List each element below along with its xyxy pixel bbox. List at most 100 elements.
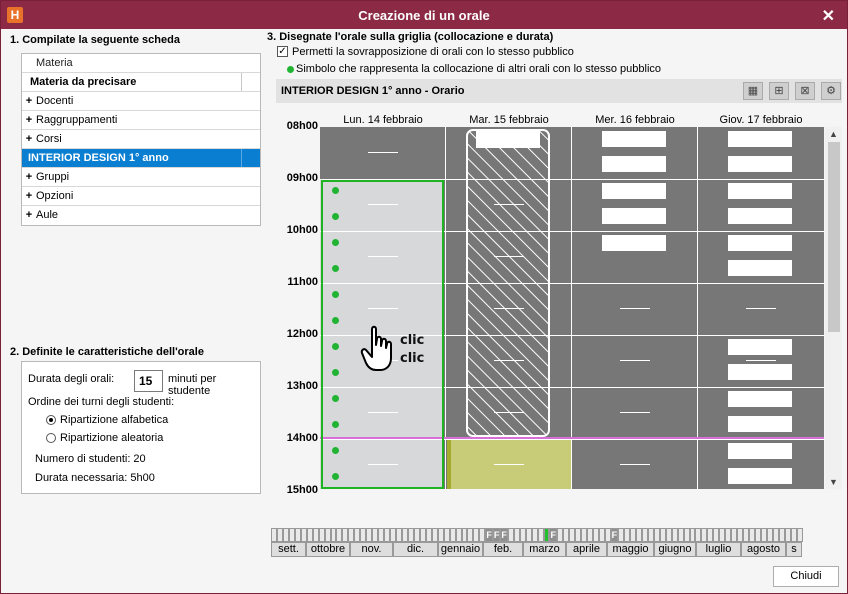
holiday-week[interactable]: F	[500, 528, 508, 542]
placement-dot	[332, 291, 339, 298]
month-label[interactable]: nov.	[350, 542, 393, 557]
busy-slot-marker	[447, 439, 451, 489]
chevron-up-icon[interactable]: ▲	[825, 129, 842, 139]
placement-dot	[332, 265, 339, 272]
half-hour-dash	[620, 360, 650, 361]
month-label[interactable]: agosto	[741, 542, 786, 557]
week-cells[interactable]: FFF F F	[271, 528, 803, 542]
remove-slot-icon[interactable]: ⊠	[795, 82, 815, 100]
oral-properties-panel: Durata degli orali: 15 minuti per studen…	[21, 361, 261, 494]
hour-label: 10h00	[286, 224, 318, 236]
list-item-aule[interactable]: + Aule	[22, 206, 260, 225]
close-button[interactable]: Chiudi	[773, 566, 839, 587]
list-item-opzioni[interactable]: + Opzioni	[22, 187, 260, 206]
subject-field[interactable]: Materia da precisare	[22, 73, 260, 92]
year-timeline[interactable]: FFF F F sett. ottobre nov. dic. gennaio …	[271, 528, 803, 557]
scrollbar-thumb[interactable]	[828, 142, 840, 332]
hatched-unavailable-block	[466, 129, 550, 437]
occupied-slot	[728, 364, 792, 380]
half-hour-dash	[746, 360, 776, 361]
placement-dot	[332, 473, 339, 480]
occupied-slot	[728, 131, 792, 147]
duration-label: Durata degli orali:	[28, 373, 115, 385]
list-item-corsi[interactable]: + Corsi	[22, 130, 260, 149]
close-icon[interactable]: ✕	[822, 6, 835, 26]
placement-dot	[332, 239, 339, 246]
click-hint: clic	[400, 351, 425, 366]
hand-cursor-icon	[360, 325, 392, 371]
list-item-raggruppamenti[interactable]: + Raggruppamenti	[22, 111, 260, 130]
month-label[interactable]: aprile	[566, 542, 607, 557]
list-item-label: Gruppi	[36, 171, 70, 183]
plus-icon[interactable]: +	[24, 130, 34, 148]
add-slot-icon[interactable]: ⊞	[769, 82, 789, 100]
overlap-label[interactable]: Permetti la sovrapposizione di orali con…	[292, 46, 574, 58]
day-header-thursday: Giov. 17 febbraio	[719, 114, 803, 126]
schedule-grid[interactable]: clic clic	[320, 127, 824, 489]
section1-title: 1. Compilate la seguente scheda	[10, 34, 180, 46]
hour-label: 09h00	[286, 172, 318, 184]
occupied-slot	[728, 468, 792, 484]
month-label[interactable]: dic.	[393, 542, 438, 557]
hour-label: 08h00	[286, 120, 318, 132]
week-cell[interactable]	[796, 528, 803, 542]
day-separator	[571, 127, 572, 489]
calendar-filter-icon[interactable]: ▦	[743, 82, 763, 100]
plus-icon[interactable]: +	[24, 187, 34, 205]
option-random-label[interactable]: Ripartizione aleatoria	[60, 432, 163, 444]
occupied-slot	[728, 208, 792, 224]
day-header-monday: Lun. 14 febbraio	[343, 114, 423, 126]
hour-label: 15h00	[286, 484, 318, 496]
holiday-week[interactable]: F	[610, 528, 619, 542]
month-label[interactable]: maggio	[607, 542, 654, 557]
duration-input[interactable]: 15	[134, 370, 163, 392]
gear-icon[interactable]: ⚙	[821, 82, 841, 100]
student-count: Numero di studenti: 20	[35, 453, 146, 465]
overlap-checkbox[interactable]: ✓	[277, 46, 288, 57]
list-header-materia: Materia	[22, 54, 260, 73]
month-label[interactable]: sett.	[271, 542, 306, 557]
holiday-week[interactable]: F	[549, 528, 557, 542]
holiday-week[interactable]: F	[485, 528, 493, 542]
radio-alphabetic[interactable]	[46, 415, 56, 425]
month-label[interactable]: s	[786, 542, 802, 557]
grid-scrollbar[interactable]: ▲ ▼	[825, 127, 842, 489]
occupied-slot	[728, 183, 792, 199]
plus-icon[interactable]: +	[24, 168, 34, 186]
duration-unit: minuti per studente	[168, 373, 217, 397]
placement-dot	[332, 369, 339, 376]
plus-icon[interactable]: +	[24, 92, 34, 110]
month-label[interactable]: feb.	[483, 542, 523, 557]
month-label[interactable]: luglio	[696, 542, 741, 557]
order-label: Ordine dei turni degli studenti:	[28, 396, 175, 408]
chevron-down-icon[interactable]: ▼	[825, 477, 842, 487]
placement-dot	[332, 187, 339, 194]
list-item-docenti[interactable]: + Docenti	[22, 92, 260, 111]
radio-random[interactable]	[46, 433, 56, 443]
placement-dot	[332, 421, 339, 428]
month-label[interactable]: giugno	[654, 542, 696, 557]
list-item-class-selected[interactable]: INTERIOR DESIGN 1° anno	[22, 149, 260, 168]
symbol-legend: Simbolo che rappresenta la collocazione …	[296, 63, 662, 75]
half-hour-dash	[494, 464, 524, 465]
occupied-slot	[602, 156, 666, 172]
entity-list: Materia Materia da precisare + Docenti + R…	[21, 53, 261, 226]
option-alphabetic-label[interactable]: Ripartizione alfabetica	[60, 414, 168, 426]
hour-label: 14h00	[286, 432, 318, 444]
section3-title: 3. Disegnate l'orale sulla griglia (coll…	[267, 31, 554, 43]
month-label[interactable]: marzo	[523, 542, 566, 557]
list-item-gruppi[interactable]: + Gruppi	[22, 168, 260, 187]
month-label[interactable]: ottobre	[306, 542, 350, 557]
occupied-slot	[728, 443, 792, 459]
day-separator	[445, 127, 446, 489]
grid-header: INTERIOR DESIGN 1° anno - Orario ▦ ⊞ ⊠ ⚙	[276, 79, 842, 103]
month-labels: sett. ottobre nov. dic. gennaio feb. mar…	[271, 542, 802, 557]
plus-icon[interactable]: +	[24, 206, 34, 224]
list-item-label: INTERIOR DESIGN 1° anno	[28, 152, 169, 164]
day-header-wednesday: Mer. 16 febbraio	[595, 114, 675, 126]
day-separator	[697, 127, 698, 489]
holiday-week[interactable]: F	[492, 528, 501, 542]
plus-icon[interactable]: +	[24, 111, 34, 129]
half-hour-dash	[620, 464, 650, 465]
month-label[interactable]: gennaio	[438, 542, 483, 557]
